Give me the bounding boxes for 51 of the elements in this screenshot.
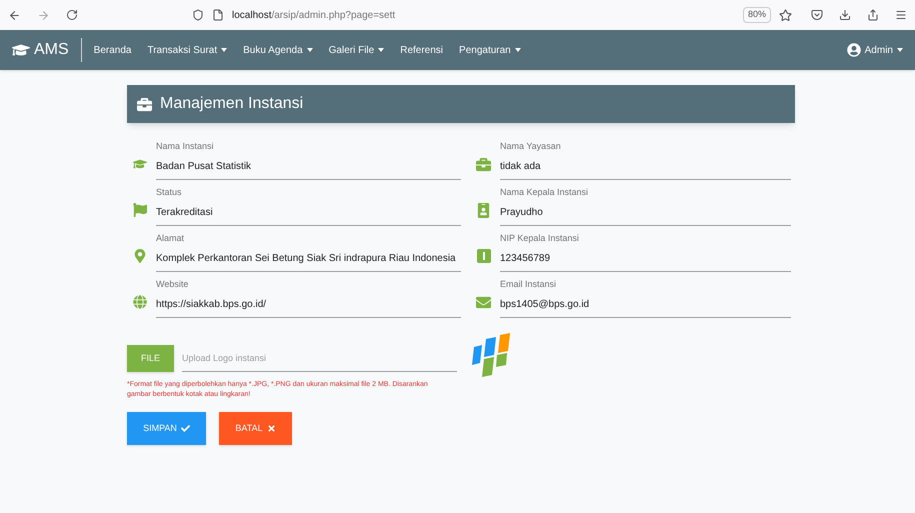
save-button[interactable]: SIMPAN — [127, 412, 206, 445]
user-menu[interactable]: Admin — [864, 42, 893, 58]
field-label: Nama Kepala Instansi — [500, 186, 590, 198]
nav-item[interactable]: Buku Agenda — [243, 42, 303, 58]
field-value[interactable]: Komplek Perkantoran Sei Betung Siak Sri indrapura Riau Indonesia — [156, 252, 461, 266]
caret-icon — [897, 48, 903, 52]
page-icon — [212, 9, 224, 21]
numbered-square-icon — [476, 249, 490, 263]
field-value[interactable]: https://siakkab.bps.go.id/ — [156, 298, 461, 312]
briefcase-icon — [476, 156, 491, 172]
bookmark-star-icon[interactable] — [779, 8, 792, 22]
field-value[interactable]: Prayudho — [500, 206, 791, 220]
field-value[interactable]: Badan Pusat Statistik — [156, 160, 461, 174]
map-pin-icon — [132, 249, 146, 263]
menu-icon[interactable] — [895, 9, 907, 21]
field-label: Email Instansi — [500, 278, 558, 290]
close-icon — [266, 424, 276, 433]
nav-item[interactable]: Transaksi Surat — [147, 42, 218, 58]
briefcase-icon — [137, 96, 152, 112]
nav-item[interactable]: Galeri File — [328, 42, 374, 58]
globe-icon — [132, 295, 146, 309]
download-icon[interactable] — [839, 9, 851, 21]
field-value[interactable]: tidak ada — [500, 160, 791, 174]
field-value[interactable]: Terakreditasi — [156, 206, 461, 220]
user-avatar-icon — [846, 43, 861, 57]
back-icon[interactable] — [8, 8, 21, 22]
check-icon — [180, 424, 190, 433]
flag-icon — [132, 203, 146, 217]
id-card-icon — [476, 202, 491, 218]
reload-icon[interactable] — [66, 9, 78, 21]
cancel-button[interactable]: BATAL — [219, 412, 292, 445]
nav-item[interactable]: Pengaturan — [459, 42, 511, 58]
field-label: NIP Kepala Instansi — [500, 232, 580, 244]
card-title: Manajemen Instansi — [160, 94, 304, 114]
nav-item[interactable]: Referensi — [400, 42, 444, 58]
zoom-level[interactable]: 80% — [742, 7, 771, 23]
brand-name[interactable]: AMS — [34, 38, 82, 62]
url-text[interactable]: localhost/arsip/admin.php?page=sett — [232, 8, 396, 22]
field-label: Alamat — [156, 232, 186, 244]
share-icon[interactable] — [867, 9, 879, 21]
field-label: Nama Instansi — [156, 140, 215, 152]
envelope-icon — [476, 294, 491, 310]
pocket-icon[interactable] — [811, 9, 823, 21]
field-label: Nama Yayasan — [500, 140, 562, 152]
graduation-cap-icon — [132, 157, 146, 171]
nav-item[interactable]: Beranda — [94, 42, 132, 58]
field-value[interactable]: 123456789 — [500, 252, 791, 266]
field-label: Status — [156, 186, 183, 198]
field-value[interactable]: bps1405@bps.go.id — [500, 298, 791, 312]
field-label: Website — [156, 278, 190, 290]
shield-icon — [192, 9, 204, 21]
